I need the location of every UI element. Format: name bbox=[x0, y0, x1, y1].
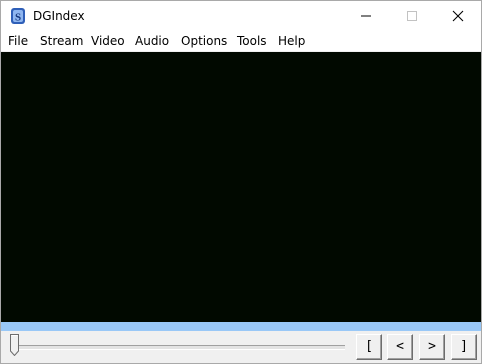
set-end-button[interactable]: ] bbox=[451, 334, 477, 360]
set-start-button[interactable]: [ bbox=[356, 334, 382, 360]
menu-help[interactable]: Help bbox=[278, 33, 305, 49]
maximize-button[interactable] bbox=[389, 1, 435, 31]
menu-file[interactable]: File bbox=[8, 33, 28, 49]
minimize-button[interactable] bbox=[343, 1, 389, 31]
menu-audio[interactable]: Audio bbox=[135, 33, 169, 49]
previous-button[interactable]: < bbox=[387, 334, 413, 360]
title-bar[interactable]: S DGIndex bbox=[1, 1, 481, 31]
close-button[interactable] bbox=[435, 1, 481, 31]
menu-video[interactable]: Video bbox=[91, 33, 125, 49]
minimize-icon bbox=[361, 15, 371, 17]
progress-bar bbox=[1, 322, 481, 331]
video-display bbox=[1, 52, 481, 322]
dgindex-app-icon: S bbox=[11, 8, 25, 24]
menu-bar: File Stream Video Audio Options Tools He… bbox=[1, 31, 481, 51]
maximize-icon bbox=[407, 11, 417, 21]
window-title: DGIndex bbox=[33, 9, 85, 23]
timeline-slider-thumb[interactable] bbox=[10, 334, 19, 356]
control-panel: [ < > ] bbox=[1, 331, 481, 363]
svg-text:S: S bbox=[15, 12, 21, 24]
timeline-slider-track[interactable] bbox=[15, 345, 345, 350]
previous-label: < bbox=[396, 339, 404, 354]
set-start-label: [ bbox=[365, 339, 373, 354]
close-icon bbox=[452, 10, 464, 22]
next-button[interactable]: > bbox=[419, 334, 445, 360]
progress-fill bbox=[1, 322, 481, 331]
app-window: S DGIndex File Stream Video Audio Option… bbox=[0, 0, 482, 364]
menu-stream[interactable]: Stream bbox=[40, 33, 83, 49]
set-end-label: ] bbox=[460, 339, 468, 354]
next-label: > bbox=[428, 339, 436, 354]
menu-options[interactable]: Options bbox=[181, 33, 227, 49]
menu-tools[interactable]: Tools bbox=[237, 33, 267, 49]
